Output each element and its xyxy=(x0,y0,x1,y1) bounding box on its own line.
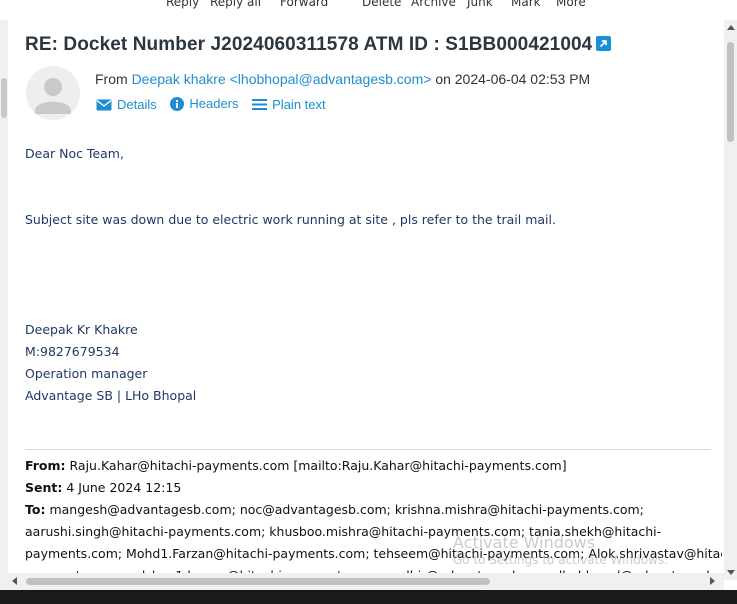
quoted-sent: Sent: 4 June 2024 12:15 xyxy=(25,477,181,499)
plain-text-link[interactable]: Plain text xyxy=(252,96,326,112)
scroll-down-arrow-icon[interactable] xyxy=(727,570,735,575)
headers-label: Headers xyxy=(189,96,239,111)
details-label: Details xyxy=(117,97,157,112)
quote-divider xyxy=(25,449,711,450)
left-panel-scrollbar[interactable] xyxy=(0,20,8,580)
headers-link[interactable]: Headers xyxy=(170,96,239,111)
from-line: From Deepak khakre <lhobhopal@advantages… xyxy=(95,71,590,87)
quoted-to: To: mangesh@advantagesb.com; noc@advanta… xyxy=(25,499,644,521)
reply-button[interactable]: Reply xyxy=(166,0,199,9)
archive-button[interactable]: Archive xyxy=(411,0,456,9)
quoted-from: From: Raju.Kahar@hitachi-payments.com [m… xyxy=(25,455,567,477)
header-links: Details Headers Plain text xyxy=(96,96,336,114)
quoted-from-value: Raju.Kahar@hitachi-payments.com [mailto:… xyxy=(69,458,567,473)
sender-link[interactable]: Deepak khakre <lhobhopal@advantagesb.com… xyxy=(132,71,432,87)
scroll-left-arrow-icon[interactable] xyxy=(12,577,17,585)
signature-mobile: M:9827679534 xyxy=(25,344,120,359)
delete-button[interactable]: Delete xyxy=(362,0,401,9)
quoted-sent-label: Sent: xyxy=(25,480,63,495)
quoted-sent-value: 4 June 2024 12:15 xyxy=(66,480,182,495)
taskbar-edge xyxy=(0,590,737,604)
from-prefix: From xyxy=(95,71,128,87)
body-greeting: Dear Noc Team, xyxy=(25,146,124,161)
reply-all-button[interactable]: Reply all xyxy=(210,0,261,9)
subject-text: RE: Docket Number J2024060311578 ATM ID … xyxy=(25,34,593,55)
plain-text-label: Plain text xyxy=(272,96,326,112)
horizontal-scrollbar-thumb[interactable] xyxy=(26,578,490,585)
signature-company: Advantage SB | LHo Bhopal xyxy=(25,388,197,403)
quoted-to-line1: mangesh@advantagesb.com; noc@advantagesb… xyxy=(49,502,644,517)
info-icon xyxy=(170,96,185,111)
quoted-to-label: To: xyxy=(25,502,46,517)
mark-button[interactable]: Mark xyxy=(511,0,541,9)
toolbar: Reply Reply all Forward Delete Archive J… xyxy=(0,0,737,10)
forward-button[interactable]: Forward xyxy=(280,0,328,9)
signature-name: Deepak Kr Khakre xyxy=(25,322,138,337)
quoted-from-label: From: xyxy=(25,458,66,473)
person-icon xyxy=(35,78,71,114)
open-in-new-window-icon[interactable] xyxy=(596,36,612,51)
quoted-to-line-3: payments.com; Mohd1.Farzan@hitachi-payme… xyxy=(25,546,722,561)
scroll-up-arrow-icon[interactable] xyxy=(727,25,735,30)
envelope-icon xyxy=(96,99,112,110)
message-subject: RE: Docket Number J2024060311578 ATM ID … xyxy=(25,34,612,56)
message-pane: RE: Docket Number J2024060311578 ATM ID … xyxy=(8,18,722,580)
sender-avatar xyxy=(26,66,80,120)
vertical-scrollbar-thumb[interactable] xyxy=(727,42,734,142)
left-scrollbar-thumb[interactable] xyxy=(1,78,7,118)
body-paragraph: Subject site was down due to electric wo… xyxy=(25,212,556,227)
signature-title: Operation manager xyxy=(25,366,148,381)
vertical-scrollbar[interactable] xyxy=(724,20,737,580)
horizontal-scrollbar[interactable] xyxy=(0,573,724,590)
more-button[interactable]: More xyxy=(556,0,586,9)
list-icon xyxy=(252,98,268,110)
details-link[interactable]: Details xyxy=(96,97,157,112)
message-date: on 2024-06-04 02:53 PM xyxy=(435,71,591,87)
scroll-right-arrow-icon[interactable] xyxy=(710,577,715,585)
junk-button[interactable]: Junk xyxy=(467,0,493,9)
quoted-to-line-2: aarushi.singh@hitachi-payments.com; khus… xyxy=(25,524,662,539)
